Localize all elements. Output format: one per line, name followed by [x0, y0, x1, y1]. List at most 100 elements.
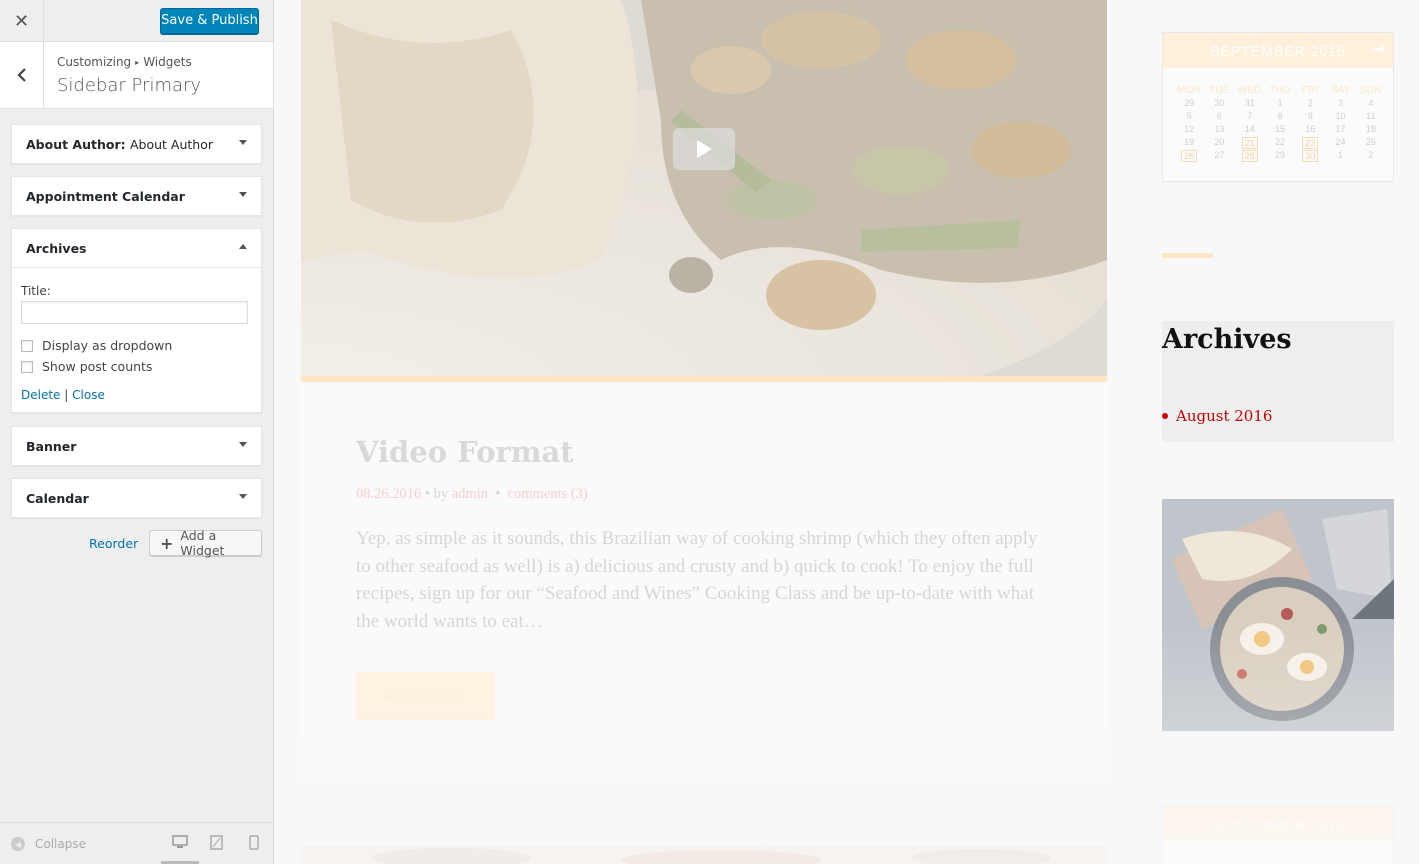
section-header: Customizing ▸ Widgets Sidebar Primary	[0, 42, 273, 109]
calendar-day[interactable]: 5	[1174, 111, 1204, 122]
calendar-day[interactable]: 2	[1356, 150, 1386, 161]
collapse-button[interactable]: ◀ Collapse	[11, 837, 86, 851]
calendar-week: 26 27 28 29 30 1 2	[1174, 150, 1386, 162]
bullet-icon	[1162, 413, 1168, 419]
calendar-day[interactable]: 9	[1295, 111, 1325, 122]
calendar-day[interactable]: 16	[1295, 124, 1325, 135]
widget-header[interactable]: Archives	[12, 229, 261, 267]
calendar-day[interactable]: 22	[1265, 137, 1295, 148]
calendar-day[interactable]: 2	[1295, 98, 1325, 109]
post-counts-option: Show post counts	[21, 359, 252, 374]
calendar-day[interactable]: 12	[1174, 124, 1204, 135]
widget-header[interactable]: Calendar	[12, 479, 261, 517]
save-publish-button[interactable]: Save & Publish	[160, 8, 259, 34]
calendar-day[interactable]: 8	[1265, 111, 1295, 122]
calendar-day[interactable]: 28	[1235, 150, 1265, 162]
post-author[interactable]: admin	[452, 486, 488, 502]
widget-about-author: About Author: About Author	[11, 124, 262, 164]
post-date[interactable]: 08.26.2016	[356, 486, 421, 502]
calendar-day[interactable]: 29	[1174, 98, 1204, 109]
calendar-day[interactable]: 27	[1204, 150, 1234, 161]
post-comments[interactable]: comments (3)	[508, 486, 588, 502]
display-dropdown-checkbox[interactable]	[21, 339, 33, 352]
calendar-day[interactable]: 1	[1265, 98, 1295, 109]
expand-arrow-icon[interactable]	[239, 192, 247, 197]
reorder-link[interactable]: Reorder	[89, 536, 138, 551]
calendar-day[interactable]: 14	[1235, 124, 1265, 135]
calendar-day[interactable]: 29	[1265, 150, 1295, 161]
meta-bullet: •	[495, 486, 501, 502]
video-thumbnail[interactable]	[301, 0, 1107, 378]
calendar-day[interactable]: 15	[1265, 124, 1295, 135]
display-dropdown-label: Display as dropdown	[42, 338, 173, 353]
calendar-day[interactable]: 24	[1325, 137, 1355, 148]
sidebar-accent-bar	[1162, 253, 1213, 258]
calendar-day[interactable]: 20	[1204, 137, 1234, 148]
calendar-day[interactable]: 1	[1325, 150, 1355, 161]
archives-heading: Archives	[1162, 324, 1292, 355]
delete-link[interactable]: Delete	[21, 388, 60, 402]
post-by: • by	[424, 486, 449, 502]
collapse-arrow-icon[interactable]	[239, 244, 247, 249]
calendar-day[interactable]: 23	[1295, 137, 1325, 149]
post-title[interactable]: Video Format	[356, 435, 574, 469]
widget-title: Calendar	[26, 491, 89, 506]
read-more-button[interactable]: READ MORE	[356, 672, 495, 720]
calendar-day[interactable]: 18	[1356, 124, 1386, 135]
calendar-day[interactable]: 17	[1325, 124, 1355, 135]
close-customizer-button[interactable]: ✕	[0, 0, 44, 42]
calendar-week: 12 13 14 15 16 17 18	[1174, 124, 1386, 135]
calendar-day[interactable]: 30	[1295, 150, 1325, 162]
desktop-icon[interactable]	[172, 835, 188, 849]
close-link[interactable]: Close	[72, 388, 105, 402]
actions-separator: |	[64, 388, 69, 402]
close-icon: ✕	[13, 10, 30, 31]
calendar-day[interactable]: 4	[1356, 98, 1386, 109]
customizer-footer: ◀ Collapse	[0, 822, 273, 864]
calendar-day[interactable]: 3	[1325, 98, 1355, 109]
calendar-day[interactable]: 10	[1325, 111, 1355, 122]
calendar-day[interactable]: 30	[1204, 98, 1234, 109]
calendar-day-link[interactable]: 21	[1241, 137, 1258, 149]
customizer-sidebar: ✕ Save & Publish Customizing ▸ Widgets Sid…	[0, 0, 274, 864]
calendar-day[interactable]: 21	[1235, 137, 1265, 149]
widget-actions: Delete | Close	[21, 388, 252, 402]
widget-header[interactable]: About Author: About Author	[12, 125, 261, 163]
sidebar-banner-image[interactable]	[1162, 499, 1394, 731]
archive-link[interactable]: August 2016	[1162, 407, 1272, 425]
expand-arrow-icon[interactable]	[239, 494, 247, 499]
widget-header[interactable]: Appointment Calendar	[12, 177, 261, 215]
calendar-day[interactable]: 7	[1235, 111, 1265, 122]
widget-header[interactable]: Banner	[12, 427, 261, 465]
expand-arrow-icon[interactable]	[239, 442, 247, 447]
back-button[interactable]	[0, 42, 44, 108]
expand-arrow-icon[interactable]	[239, 140, 247, 145]
calendar-day[interactable]: 11	[1356, 111, 1386, 122]
calendar-day-link[interactable]: 26	[1181, 150, 1198, 162]
add-widget-button[interactable]: + Add a Widget	[149, 528, 262, 558]
calendar-day-link[interactable]: 30	[1302, 150, 1319, 162]
calendar-day[interactable]: 13	[1204, 124, 1234, 135]
calendar-day[interactable]: 19	[1174, 137, 1204, 148]
calendar-week: 5 6 7 8 9 10 11	[1174, 111, 1386, 122]
calendar-day[interactable]: 25	[1356, 137, 1386, 148]
calendar-day[interactable]: 6	[1204, 111, 1234, 122]
arrow-right-icon[interactable]: ➔	[1373, 39, 1386, 59]
next-post-thumbnail	[301, 846, 1107, 864]
breadcrumb: Customizing ▸ Widgets	[57, 55, 192, 69]
calendar-day-link[interactable]: 23	[1302, 137, 1319, 149]
calendar-week: 29 30 31 1 2 3 4	[1174, 98, 1386, 109]
widget-calendar: Calendar	[11, 478, 262, 518]
mobile-icon[interactable]	[249, 835, 259, 850]
tablet-icon[interactable]	[210, 835, 223, 850]
play-button[interactable]	[673, 128, 735, 170]
calendar-header: SEPTEMBER 2016	[1163, 806, 1393, 841]
calendar-weeks: 29 30 31 1 2 3 4 5 6 7 8 9 10 11 12 13 14 15 16 17 18 19 20 21 2…	[1174, 98, 1386, 162]
show-post-counts-label: Show post counts	[42, 359, 153, 374]
calendar-day[interactable]: 31	[1235, 98, 1265, 109]
calendar-day-link[interactable]: 28	[1241, 150, 1258, 162]
calendar-day[interactable]: 26	[1174, 150, 1204, 162]
show-post-counts-checkbox[interactable]	[21, 360, 33, 373]
title-input[interactable]	[21, 301, 248, 324]
widget-archives: Archives Title: Display as dropdown Show…	[11, 228, 262, 413]
